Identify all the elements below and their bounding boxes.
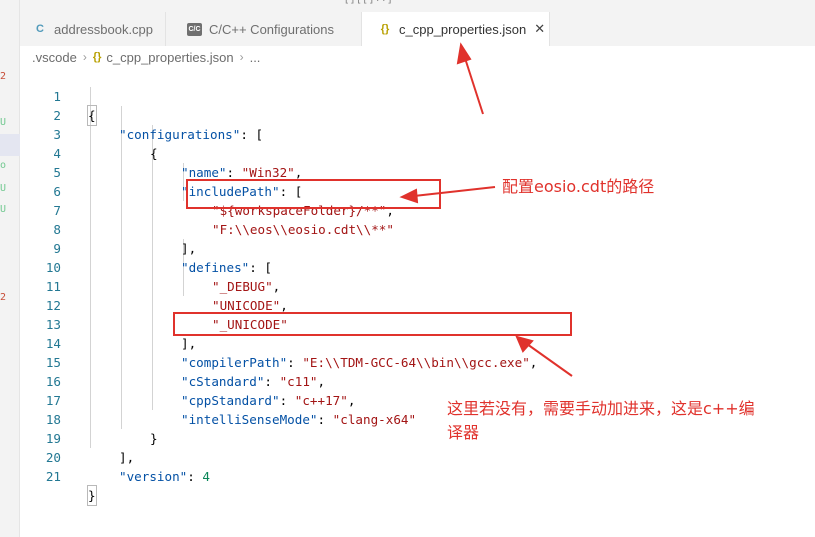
- window-title: [ ] [ [-] . . ]: [345, 0, 391, 4]
- git-marker: 2: [0, 292, 7, 303]
- code-line: 21 }: [20, 448, 815, 506]
- breadcrumb-folder[interactable]: .vscode: [32, 50, 77, 65]
- tab-c-cpp-properties-json[interactable]: {} c_cpp_properties.json ✕: [362, 12, 550, 46]
- code-editor[interactable]: 1 { 2 "configurations": [ 3 { 4 "name": …: [20, 68, 815, 537]
- tab-label: addressbook.cpp: [54, 21, 154, 37]
- breadcrumb: .vscode › {} c_cpp_properties.json › ...: [20, 46, 815, 68]
- line-number: 21: [45, 469, 61, 484]
- code-line: 1 {: [20, 68, 815, 126]
- settings-ui-icon: C/C: [187, 22, 202, 36]
- include-path-annotation: 配置eosio.cdt的路径: [502, 177, 655, 196]
- explorer-selection-band: [0, 134, 20, 156]
- tab-addressbook-cpp[interactable]: C addressbook.cpp: [20, 12, 166, 46]
- cpp-file-icon: C: [36, 23, 44, 35]
- breadcrumb-more[interactable]: ...: [250, 50, 261, 65]
- tab-label: C/C++ Configurations: [209, 21, 335, 37]
- code-line: 15 "cStandard": "c11",: [20, 334, 815, 389]
- code-line: 12 "_UNICODE": [20, 277, 815, 332]
- code-line: 16 "cppStandard": "c++17",: [20, 353, 815, 408]
- json-file-icon: {}: [380, 23, 390, 35]
- include-path-highlight-box: [186, 179, 441, 209]
- code-line: 11 "UNICODE",: [20, 258, 815, 313]
- code-line: 3 {: [20, 106, 815, 161]
- close-icon[interactable]: ✕: [534, 21, 545, 37]
- code-line: 2 "configurations": [: [20, 87, 815, 142]
- breadcrumb-file[interactable]: c_cpp_properties.json: [106, 50, 233, 65]
- json-number: 4: [202, 469, 211, 484]
- json-file-icon: {}: [92, 51, 102, 63]
- code-line: 4 "name": "Win32",: [20, 125, 815, 180]
- tab-label: c_cpp_properties.json: [399, 21, 527, 37]
- git-marker: U: [0, 183, 7, 194]
- code-line: 10 "_DEBUG",: [20, 239, 815, 294]
- compiler-annotation-line1: 这里若没有，需要手动加进来，这是c++编: [447, 399, 755, 418]
- code-line: 9 "defines": [: [20, 220, 815, 275]
- json-key: "version": [119, 469, 188, 484]
- code-text: }: [87, 485, 97, 506]
- editor-tab-bar: C addressbook.cpp C/C C/C++ Configuratio…: [20, 6, 815, 46]
- explorer-gutter: 2 U o U U 2: [0, 0, 20, 537]
- tab-cpp-configurations[interactable]: C/C C/C++ Configurations: [166, 12, 362, 46]
- code-line: 20 "version": 4: [20, 429, 815, 484]
- chevron-right-icon: ›: [82, 50, 87, 64]
- git-marker: U: [0, 117, 7, 128]
- chevron-right-icon: ›: [239, 50, 244, 64]
- git-marker: U: [0, 204, 7, 215]
- compiler-path-highlight-box: [173, 312, 572, 336]
- code-line: 17 "intelliSenseMode": "clang-x64": [20, 372, 815, 427]
- git-marker: o: [0, 160, 7, 171]
- compiler-annotation-line2: 译器: [447, 423, 480, 442]
- json-punct: :: [187, 469, 203, 484]
- git-marker: 2: [0, 71, 7, 82]
- code-line: 5 "includePath": [: [20, 144, 815, 199]
